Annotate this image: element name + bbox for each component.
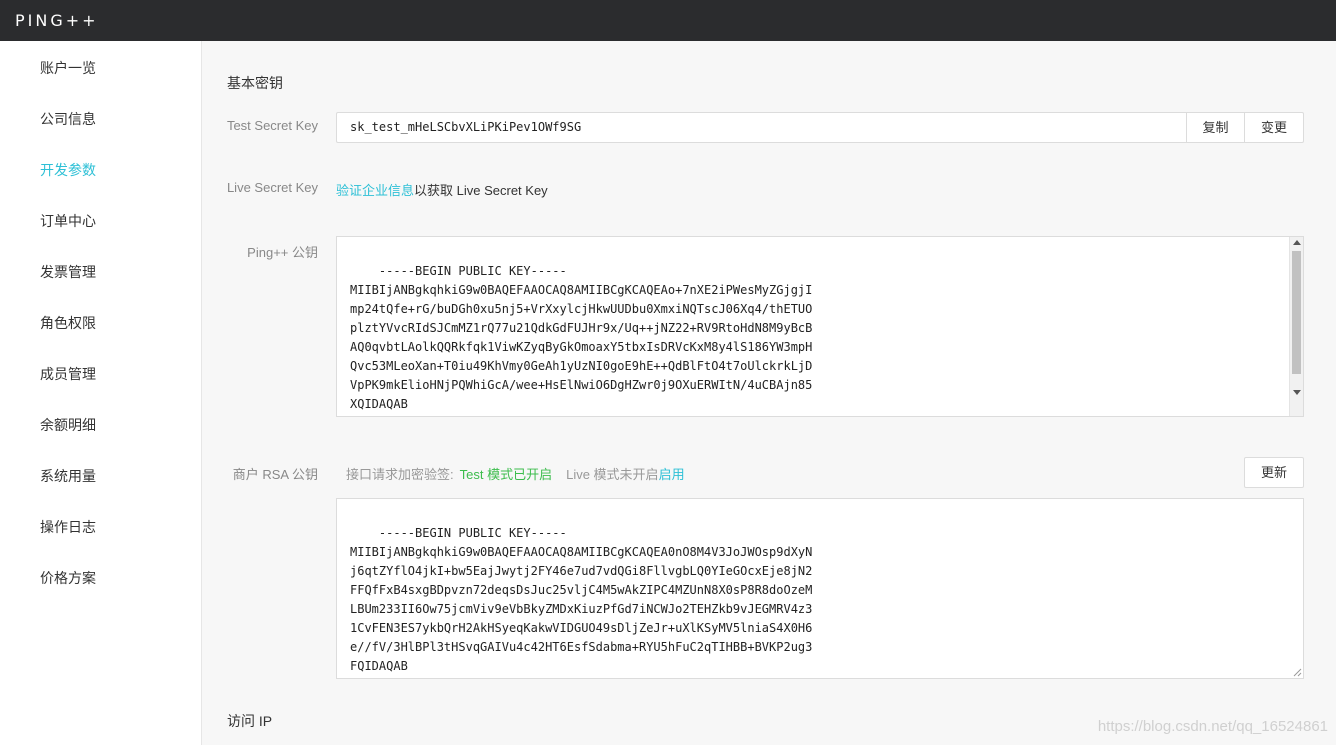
sidebar-item-company-info[interactable]: 公司信息 [40,109,96,129]
ping-public-key-text: -----BEGIN PUBLIC KEY----- MIIBIjANBgkqh… [350,264,813,411]
sidebar-item-usage[interactable]: 系统用量 [40,466,96,486]
live-secret-hint: 以获取 Live Secret Key [414,183,548,198]
sidebar-item-roles[interactable]: 角色权限 [40,313,96,333]
rsa-status-prefix: 接口请求加密验签: [346,467,454,482]
live-mode-status: Live 模式未开启 [566,467,659,482]
scroll-down-icon[interactable] [1293,390,1301,395]
sidebar-item-order-center[interactable]: 订单中心 [40,211,96,231]
live-secret-label: Live Secret Key [226,180,318,195]
test-secret-label: Test Secret Key [226,118,318,133]
verify-company-link[interactable]: 验证企业信息 [336,183,414,198]
sidebar-item-dev-params[interactable]: 开发参数 [40,160,96,180]
rsa-status-row: 接口请求加密验签: Test 模式已开启 Live 模式未开启启用 [346,464,685,483]
merchant-rsa-textarea[interactable]: -----BEGIN PUBLIC KEY----- MIIBIjANBgkqh… [336,498,1304,679]
access-ip-title: 访问 IP [227,713,273,729]
test-mode-status: Test 模式已开启 [459,467,553,482]
live-secret-row: 验证企业信息以获取 Live Secret Key [336,180,548,199]
ping-public-key-textarea[interactable]: -----BEGIN PUBLIC KEY----- MIIBIjANBgkqh… [336,236,1304,417]
top-bar: PING++ [0,0,1336,41]
sidebar-item-invoice[interactable]: 发票管理 [40,262,96,282]
change-button[interactable]: 变更 [1244,112,1304,143]
sidebar-item-members[interactable]: 成员管理 [40,364,96,384]
copy-button[interactable]: 复制 [1186,112,1245,143]
main-content: 基本密钥 Test Secret Key sk_test_mHeLSCbvXLi… [202,41,1336,745]
textarea-scrollbar[interactable] [1289,237,1303,416]
merchant-rsa-label: 商户 RSA 公钥 [232,467,318,482]
update-button[interactable]: 更新 [1244,457,1304,488]
scroll-up-icon[interactable] [1293,240,1301,245]
sidebar-item-account-overview[interactable]: 账户一览 [40,58,96,78]
merchant-rsa-text: -----BEGIN PUBLIC KEY----- MIIBIjANBgkqh… [350,526,813,673]
scroll-thumb[interactable] [1292,251,1301,374]
test-secret-input[interactable]: sk_test_mHeLSCbvXLiPKiPev1OWf9SG [336,112,1188,143]
resize-grip-icon[interactable] [1292,667,1302,677]
sidebar: 账户一览 公司信息 开发参数 订单中心 发票管理 角色权限 成员管理 余额明细 … [0,41,202,745]
sidebar-item-logs[interactable]: 操作日志 [40,517,96,537]
sidebar-item-pricing[interactable]: 价格方案 [40,568,96,588]
enable-link[interactable]: 启用 [659,467,685,482]
watermark: https://blog.csdn.net/qq_16524861 [1097,718,1328,735]
ping-public-key-label: Ping++ 公钥 [247,245,318,260]
sidebar-item-balance[interactable]: 余额明细 [40,415,96,435]
basic-keys-title: 基本密钥 [227,75,283,91]
ping-logo[interactable]: PING++ [15,11,99,30]
